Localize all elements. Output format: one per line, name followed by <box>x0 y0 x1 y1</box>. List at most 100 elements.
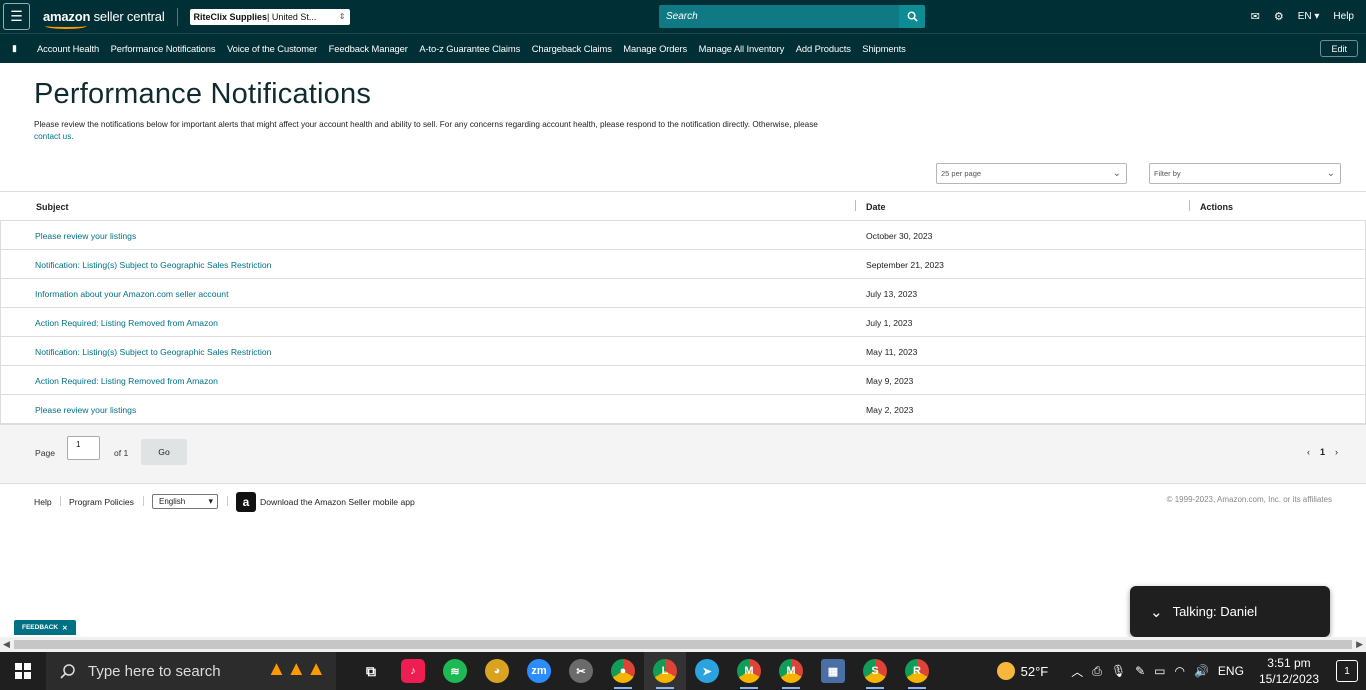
page-description: Please review the notifications below fo… <box>34 120 818 141</box>
page-title: Performance Notifications <box>34 78 372 110</box>
notification-subject-link[interactable]: Notification: Listing(s) Subject to Geog… <box>35 347 271 357</box>
notification-date: May 11, 2023 <box>866 347 918 357</box>
chevron-down-icon: ⌄ <box>1326 168 1335 179</box>
table-row: Notification: Listing(s) Subject to Geog… <box>0 250 1366 279</box>
help-link[interactable]: Help <box>1333 11 1354 22</box>
weather-widget[interactable]: 52°F <box>996 662 1048 680</box>
calculator-icon[interactable]: ▦ <box>812 652 854 690</box>
chrome-profile-m2-icon[interactable]: M <box>770 652 812 690</box>
volume-icon[interactable]: 🔊 <box>1194 664 1209 678</box>
language-dropdown[interactable]: English ▾ <box>152 494 218 509</box>
notification-center-icon[interactable]: 1 <box>1336 660 1358 682</box>
filter-select[interactable]: Filter by ⌄ <box>1149 163 1341 184</box>
chevron-up-icon[interactable]: ︿ <box>1071 663 1083 680</box>
start-button[interactable] <box>0 652 46 690</box>
search-icon[interactable] <box>899 5 925 28</box>
notification-subject-link[interactable]: Please review your listings <box>35 231 136 241</box>
hamburger-menu-icon[interactable]: ☰ <box>3 3 30 30</box>
input-language[interactable]: ENG <box>1218 664 1244 678</box>
search-input[interactable]: Search <box>659 5 899 28</box>
language-selector[interactable]: EN ▾ <box>1298 11 1320 22</box>
download-app-link[interactable]: Download the Amazon Seller mobile app <box>260 497 415 507</box>
scroll-left-icon[interactable]: ◀ <box>3 639 10 650</box>
feedback-tab[interactable]: FEEDBACK ✕ <box>14 620 76 635</box>
table-row: Information about your Amazon.com seller… <box>0 279 1366 308</box>
system-tray: 52°F ︿ ⎙ 🎙 ✎ ▭ ◠ 🔊 ENG 3:51 pm 15/12/202… <box>996 652 1366 690</box>
store-selector[interactable]: RiteClix Supplies | United St... ⇕ <box>189 8 350 25</box>
task-view-icon[interactable]: ⧉ <box>350 652 392 690</box>
notification-subject-link[interactable]: Notification: Listing(s) Subject to Geog… <box>35 260 271 270</box>
edit-nav-button[interactable]: Edit <box>1320 40 1358 57</box>
spotify-icon[interactable]: ≋ <box>434 652 476 690</box>
page-count-label: of 1 <box>114 448 129 458</box>
footer: Help Program Policies English ▾ a Downlo… <box>0 492 1366 512</box>
pen-icon[interactable]: ✎ <box>1135 664 1145 678</box>
amazon-app-icon[interactable]: a <box>236 492 256 512</box>
column-divider <box>1189 200 1190 211</box>
notification-subject-link[interactable]: Please review your listings <box>35 405 136 415</box>
nav-item-a-to-z-claims[interactable]: A-to-z Guarantee Claims <box>419 43 520 54</box>
chrome-profile-m-icon[interactable]: M <box>728 652 770 690</box>
contact-us-link[interactable]: contact us. <box>34 132 74 141</box>
notification-date: October 30, 2023 <box>866 231 933 241</box>
date-column-header[interactable]: Date <box>866 202 886 212</box>
bookmark-icon[interactable]: ▮ <box>12 43 17 54</box>
nav-item-add-products[interactable]: Add Products <box>796 43 851 54</box>
page-number-input[interactable]: 1 <box>67 436 100 460</box>
scrollbar-thumb[interactable] <box>14 640 1352 649</box>
chevron-down-icon[interactable]: ⌄ <box>1150 603 1163 621</box>
chrome-profile-r-icon[interactable]: R <box>896 652 938 690</box>
pagination-bar: Page 1 of 1 Go ‹ 1 › <box>0 424 1366 484</box>
notification-subject-link[interactable]: Action Required: Listing Removed from Am… <box>35 376 218 386</box>
mail-icon[interactable]: ✉ <box>1251 10 1260 23</box>
go-button[interactable]: Go <box>141 439 187 465</box>
page-navigation: ‹ 1 › <box>1307 447 1338 457</box>
nav-item-manage-inventory[interactable]: Manage All Inventory <box>699 43 785 54</box>
nav-item-performance-notifications[interactable]: Performance Notifications <box>111 43 216 54</box>
notification-date: July 1, 2023 <box>866 318 913 328</box>
divider <box>227 496 228 506</box>
close-icon[interactable]: ✕ <box>62 624 67 632</box>
microphone-icon[interactable]: 🎙 <box>1111 664 1126 678</box>
next-page-icon[interactable]: › <box>1335 447 1338 457</box>
nav-item-chargeback-claims[interactable]: Chargeback Claims <box>532 43 612 54</box>
game-icon[interactable]: ◕ <box>476 652 518 690</box>
notification-subject-link[interactable]: Action Required: Listing Removed from Am… <box>35 318 218 328</box>
clock[interactable]: 3:51 pm 15/12/2023 <box>1259 655 1319 687</box>
program-policies-link[interactable]: Program Policies <box>69 497 134 507</box>
per-page-select[interactable]: 25 per page ⌄ <box>936 163 1127 184</box>
taskbar-apps: ⧉ ♪ ≋ ◕ zm ✂ ● L ➤ M M ▦ S R <box>350 652 938 690</box>
previous-page-icon[interactable]: ‹ <box>1307 447 1310 457</box>
nav-item-voice-of-the-customer[interactable]: Voice of the Customer <box>227 43 317 54</box>
nav-item-manage-orders[interactable]: Manage Orders <box>623 43 687 54</box>
nav-item-account-health[interactable]: Account Health <box>37 43 99 54</box>
top-right-actions: ✉ ⚙ EN ▾ Help <box>1251 0 1354 33</box>
horizontal-scrollbar[interactable]: ◀ ▶ <box>0 637 1366 652</box>
wifi-icon[interactable]: ◠ <box>1174 664 1184 678</box>
meet-now-icon[interactable]: ⎙ <box>1092 664 1102 679</box>
chrome-icon[interactable]: ● <box>602 652 644 690</box>
notification-date: May 9, 2023 <box>866 376 914 386</box>
telegram-icon[interactable]: ➤ <box>686 652 728 690</box>
battery-icon[interactable]: ▭ <box>1154 664 1165 678</box>
scroll-right-icon[interactable]: ▶ <box>1356 639 1363 650</box>
tiktok-icon[interactable]: ♪ <box>392 652 434 690</box>
current-page-number[interactable]: 1 <box>1320 447 1325 457</box>
footer-help-link[interactable]: Help <box>34 497 52 507</box>
table-row: Action Required: Listing Removed from Am… <box>0 308 1366 337</box>
search-bar: Search <box>659 5 925 28</box>
talking-toast[interactable]: ⌄ Talking: Daniel <box>1130 586 1330 637</box>
nav-item-shipments[interactable]: Shipments <box>862 43 906 54</box>
chrome-profile-s-icon[interactable]: S <box>854 652 896 690</box>
snipping-tool-icon[interactable]: ✂ <box>560 652 602 690</box>
seller-central-logo[interactable]: amazon seller central <box>43 9 165 29</box>
zoom-icon[interactable]: zm <box>518 652 560 690</box>
chrome-profile-l-icon[interactable]: L <box>644 652 686 690</box>
table-row: Action Required: Listing Removed from Am… <box>0 366 1366 395</box>
windows-icon <box>15 663 31 679</box>
notification-subject-link[interactable]: Information about your Amazon.com seller… <box>35 289 228 299</box>
subject-column-header[interactable]: Subject <box>36 202 69 212</box>
nav-item-feedback-manager[interactable]: Feedback Manager <box>329 43 408 54</box>
taskbar-search[interactable]: Type here to search ▲▲▲ <box>46 652 336 690</box>
gear-icon[interactable]: ⚙ <box>1274 10 1284 23</box>
